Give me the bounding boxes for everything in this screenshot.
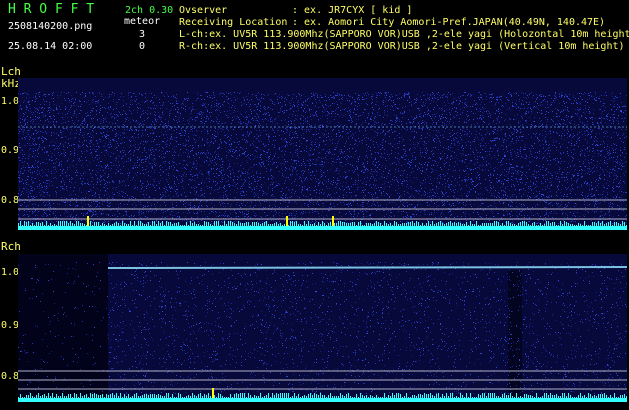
lch-panel bbox=[18, 78, 627, 230]
lch-spectrogram-background bbox=[18, 78, 627, 230]
rch-panel bbox=[18, 254, 628, 402]
rch-carrier-line bbox=[107, 266, 628, 269]
spectrogram bbox=[18, 78, 628, 402]
rch-dark-region-right bbox=[508, 270, 522, 402]
